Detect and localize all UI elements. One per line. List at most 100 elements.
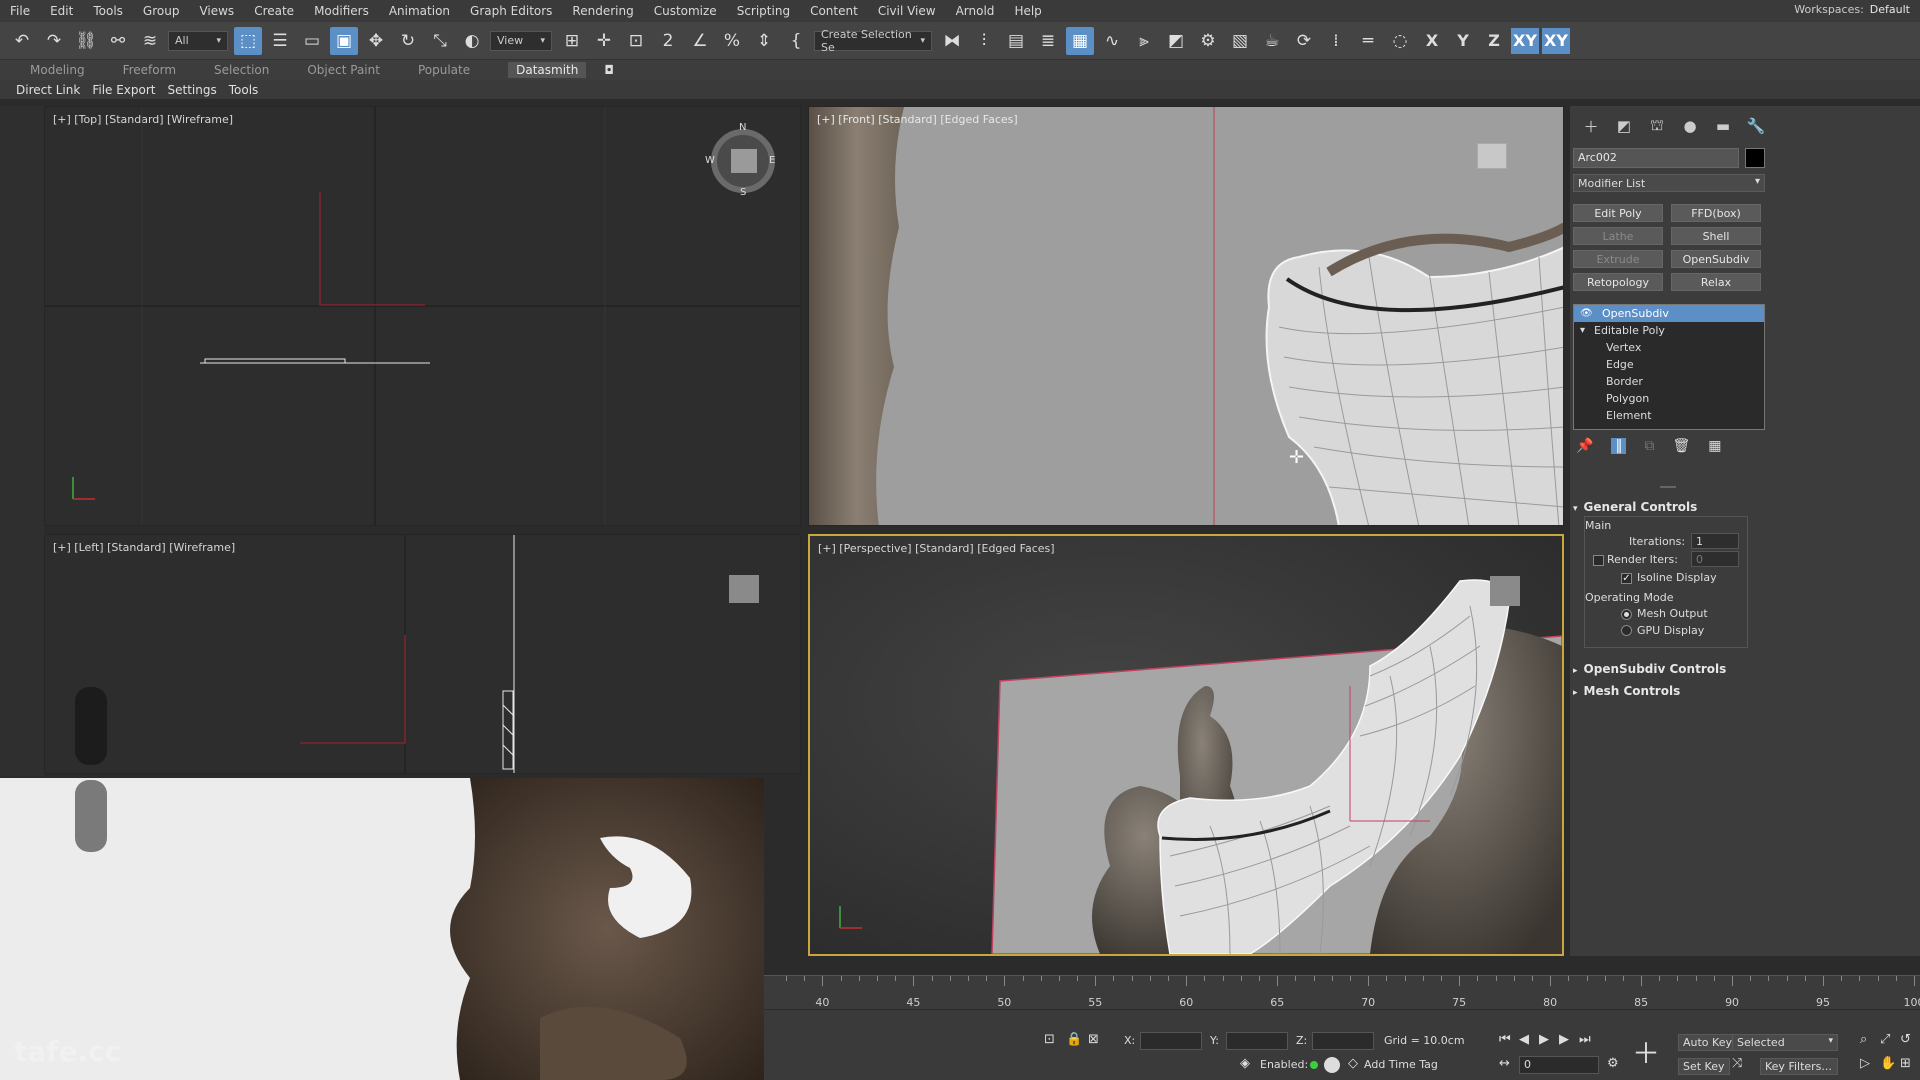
modifier-button-opensubdiv[interactable]: OpenSubdiv [1671,250,1761,268]
menu-item-content[interactable]: Content [800,4,868,18]
ribbon-toggle-icon[interactable]: ▦ [1066,26,1094,55]
ribbon-tab-datasmith[interactable]: Datasmith [508,62,587,78]
menu-item-civil-view[interactable]: Civil View [868,4,946,18]
ribbon-tab-modeling[interactable]: Modeling [30,63,85,77]
show-end-result-icon[interactable]: ‖ [1611,438,1627,454]
pin-stack-icon[interactable]: 📌 [1576,438,1593,454]
rect-selection-icon[interactable]: ▭ [298,27,326,55]
menu-item-graph-editors[interactable]: Graph Editors [460,4,562,18]
menu-item-help[interactable]: Help [1004,4,1051,18]
key-selection-dropdown[interactable]: Selected ▾ [1732,1034,1838,1051]
general-controls-rollout[interactable]: ▾ General Controls [1573,500,1697,514]
axis-xy-button[interactable]: XY [1511,27,1539,54]
bind-spacewarp-icon[interactable]: ≋ [136,27,164,55]
unlink-icon[interactable]: ⚯ [104,27,132,55]
menu-item-views[interactable]: Views [189,4,244,18]
hierarchy-tab-icon[interactable]: ⛫ [1646,116,1668,136]
viewcube-icon[interactable] [729,575,759,603]
menu-item-rendering[interactable]: Rendering [562,4,643,18]
datasmith-settings[interactable]: Settings [168,83,217,97]
utilities-tab-icon[interactable]: 🔧 [1745,116,1767,136]
goto-end-icon[interactable]: ⏭ [1579,1032,1591,1047]
menu-item-group[interactable]: Group [133,4,190,18]
mirror-icon[interactable]: ⧓ [938,27,966,55]
viewport-perspective-label[interactable]: [+] [Perspective] [Standard] [Edged Face… [818,542,1055,555]
ribbon-tab-freeform[interactable]: Freeform [123,63,176,77]
select-manipulate-icon[interactable]: ✛ [590,27,618,55]
viewcube-icon[interactable] [731,149,757,173]
add-time-tag-button[interactable]: Add Time Tag [1364,1058,1438,1071]
align-icon[interactable]: ⫶ [970,27,998,55]
configure-sets-icon[interactable]: ▦ [1708,438,1721,454]
datasmith-tools[interactable]: Tools [229,83,259,97]
time-tag-icon[interactable]: ◈ [1240,1056,1250,1071]
menu-item-create[interactable]: Create [244,4,304,18]
x-coord-field[interactable] [1140,1032,1202,1050]
modifier-button-ffd-box[interactable]: FFD(box) [1671,204,1761,222]
render-setup-icon[interactable]: ⚙ [1194,27,1222,55]
window-crossing-icon[interactable]: ▣ [330,26,358,55]
isolate-selection-icon[interactable]: ⊡ [1044,1032,1055,1047]
timeline-track-bar[interactable]: 40 45 50 55 60 65 70 75 80 85 90 95 100 [764,975,1920,1009]
ribbon-tab-populate[interactable]: Populate [418,63,470,77]
modifier-list-dropdown[interactable]: Modifier List ▾ [1573,174,1765,192]
viewcube-icon[interactable] [1477,143,1507,169]
make-unique-icon[interactable]: ⧉ [1644,438,1654,454]
field-of-view-icon[interactable]: ▷ [1860,1056,1870,1071]
absolute-mode-icon[interactable]: ⊠ [1088,1032,1099,1047]
stack-item-editable-poly[interactable]: ▾ Editable Poly [1574,322,1764,339]
menu-item-arnold[interactable]: Arnold [946,4,1005,18]
modifier-stack[interactable]: 👁 OpenSubdiv ▾ Editable Poly Vertex Edge Borde… [1573,304,1765,430]
orbit-icon[interactable]: ↺ [1900,1032,1911,1047]
ribbon-options-icon[interactable]: ◘ [604,63,614,77]
play-icon[interactable]: ▶ [1539,1032,1549,1047]
angle-snap-icon[interactable]: ∠ [686,27,714,55]
viewport-top[interactable]: [+] [Top] [Standard] [Wireframe] N S E W [44,106,801,526]
selection-filter-dropdown[interactable]: All ▾ [168,30,228,51]
expand-arrow-icon[interactable]: ▾ [1580,325,1585,336]
stack-item-edge[interactable]: Edge [1574,356,1764,373]
menu-item-edit[interactable]: Edit [40,4,83,18]
lock-selection-icon[interactable]: 🔒 [1066,1032,1082,1047]
grid-snap-icon[interactable]: ⁞ [1322,27,1350,55]
modifier-button-edit-poly[interactable]: Edit Poly [1573,204,1663,222]
measure-icon[interactable]: ═ [1354,27,1382,55]
render-icon[interactable]: ☕ [1258,27,1286,55]
create-tab-icon[interactable]: ＋ [1580,116,1602,136]
modify-tab-icon[interactable]: ◩ [1613,116,1635,136]
datasmith-direct-link[interactable]: Direct Link [16,83,80,97]
render-iters-spinner[interactable]: 0 [1691,551,1739,567]
y-coord-field[interactable] [1226,1032,1288,1050]
viewport-front[interactable]: [+] [Front] [Standard] [Edged Faces] ✛ [808,106,1564,526]
rendered-frame-icon[interactable]: ▧ [1226,27,1254,55]
time-configuration-icon[interactable]: ⚙ [1607,1056,1619,1071]
viewport-left[interactable]: [+] [Left] [Standard] [Wireframe] [44,534,801,774]
scale-icon[interactable]: ⤡ [426,27,454,55]
key-mode-icon[interactable]: ↔ [1499,1056,1510,1071]
set-key-plus-icon[interactable]: ＋ [1632,1032,1660,1072]
menu-item-customize[interactable]: Customize [644,4,727,18]
named-selection-dropdown[interactable]: Create Selection Se ▾ [814,28,932,54]
mesh-output-radio[interactable] [1621,609,1632,620]
menu-item-modifiers[interactable]: Modifiers [304,4,379,18]
datasmith-file-export[interactable]: File Export [92,83,155,97]
transform-type-in-icon[interactable] [1324,1057,1340,1073]
stack-item-vertex[interactable]: Vertex [1574,339,1764,356]
workspaces-selector[interactable]: Workspaces: Default [1794,3,1910,16]
isoline-display-checkbox[interactable]: ✓ [1621,573,1632,584]
z-coord-field[interactable] [1312,1032,1374,1050]
zoom-all-icon[interactable]: ⤢ [1880,1032,1890,1047]
menu-item-animation[interactable]: Animation [379,4,460,18]
goto-start-icon[interactable]: ⏮ [1499,1032,1511,1047]
display-tab-icon[interactable]: ▬ [1712,116,1734,136]
axis-x-button[interactable]: X [1418,28,1446,54]
zoom-icon[interactable]: ⌕ [1860,1032,1867,1047]
pan-icon[interactable]: ✋ [1880,1056,1896,1071]
viewport-front-label[interactable]: [+] [Front] [Standard] [Edged Faces] [817,113,1018,126]
object-name-field[interactable]: Arc002 [1573,148,1739,168]
edit-named-selection-icon[interactable]: { [782,27,810,55]
modifier-button-retopology[interactable]: Retopology [1573,273,1663,291]
set-key-button[interactable]: Set Key [1678,1058,1730,1075]
link-icon[interactable]: ⛓ [72,27,100,55]
layer-explorer-icon[interactable]: ≣ [1034,27,1062,55]
